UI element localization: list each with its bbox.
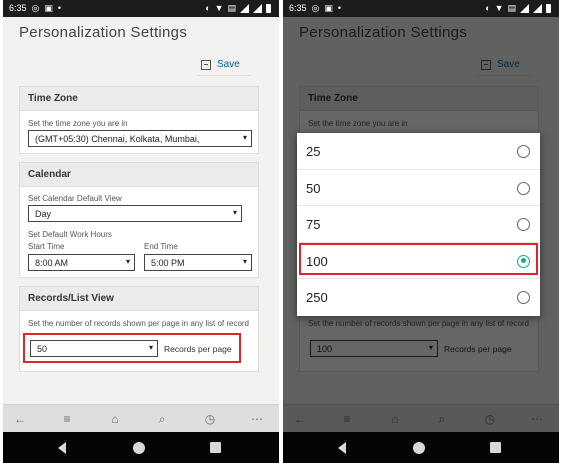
signal-icon — [520, 3, 529, 13]
volte-icon: ▤ — [507, 3, 516, 13]
radio-icon — [517, 218, 530, 232]
chevron-down-icon: ▾ — [232, 208, 237, 217]
picker-option-label: 25 — [306, 144, 321, 159]
picker-option-250[interactable]: 250 — [297, 279, 540, 316]
save-label: Save — [217, 59, 240, 70]
status-bar: 6:35 ◎ ▣ • ◐ ▼ ▤ — [283, 0, 559, 17]
records-label: Set the number of records shown per page… — [28, 319, 250, 328]
highlight-box — [23, 333, 241, 363]
system-nav-bar — [283, 432, 559, 463]
bottom-nav: ← ≡ ⌂ ⌕ ◷ ⋯ — [3, 404, 279, 432]
chevron-down-icon: ▾ — [242, 133, 247, 142]
picker-option-label: 50 — [306, 180, 321, 196]
whatsapp-icon: ◎ — [311, 3, 320, 13]
menu-icon[interactable]: ≡ — [58, 411, 76, 427]
picker-option-label: 75 — [306, 217, 321, 233]
time-zone-section: Time Zone Set the time zone you are in (… — [19, 86, 259, 154]
default-view-label: Set Calendar Default View — [28, 194, 122, 203]
more-icon[interactable]: ⋯ — [248, 411, 266, 427]
vibrate-icon: ◐ — [205, 3, 211, 13]
start-time-label: Start Time — [28, 242, 65, 251]
status-bar: 6:35 ◎ ▣ • ◐ ▼ ▤ — [3, 0, 279, 17]
back-arrow-icon[interactable]: ← — [11, 411, 29, 427]
start-time-value: 8:00 AM — [35, 258, 69, 268]
home-icon[interactable]: ⌂ — [106, 411, 124, 427]
system-home-icon[interactable] — [133, 442, 145, 454]
save-icon — [201, 59, 211, 70]
end-time-select[interactable]: 5:00 PM ▾ — [144, 254, 252, 271]
picker-option-25[interactable]: 25 — [297, 133, 540, 170]
image-icon: ▣ — [324, 3, 333, 13]
end-time-value: 5:00 PM — [151, 258, 185, 268]
status-time: 6:35 — [9, 3, 27, 13]
dot-icon: • — [57, 3, 62, 13]
signal-2-icon — [253, 3, 262, 13]
system-recents-icon[interactable] — [490, 442, 501, 453]
records-heading: Records/List View — [20, 287, 258, 311]
activity-icon[interactable]: ◷ — [201, 411, 219, 427]
battery-icon — [266, 3, 271, 13]
wifi-icon: ▼ — [214, 3, 224, 13]
default-view-select[interactable]: Day ▾ — [28, 205, 242, 222]
picker-option-50[interactable]: 50 — [297, 170, 540, 207]
time-zone-select[interactable]: (GMT+05:30) Chennai, Kolkata, Mumbai, ▾ — [28, 130, 252, 147]
time-zone-value: (GMT+05:30) Chennai, Kolkata, Mumbai, — [35, 134, 200, 144]
save-button[interactable]: Save — [197, 54, 251, 76]
system-home-icon[interactable] — [413, 442, 425, 454]
system-recents-icon[interactable] — [210, 442, 221, 453]
picker-option-75[interactable]: 75 — [297, 206, 540, 243]
time-zone-heading: Time Zone — [20, 87, 258, 111]
calendar-section: Calendar Set Calendar Default View Day ▾… — [19, 162, 259, 278]
image-icon: ▣ — [44, 3, 53, 13]
vibrate-icon: ◐ — [485, 3, 491, 13]
time-zone-label: Set the time zone you are in — [28, 119, 128, 128]
default-view-value: Day — [35, 209, 52, 219]
dot-icon: • — [337, 3, 342, 13]
signal-icon — [240, 3, 249, 13]
records-picker-dialog: 25 50 75 100 250 — [297, 133, 540, 316]
signal-2-icon — [533, 3, 542, 13]
system-nav-bar — [3, 432, 279, 463]
radio-icon — [517, 181, 530, 195]
radio-icon — [517, 145, 530, 158]
wifi-icon: ▼ — [494, 3, 504, 13]
whatsapp-icon: ◎ — [31, 3, 40, 13]
volte-icon: ▤ — [227, 3, 236, 13]
chevron-down-icon: ▾ — [242, 257, 247, 266]
end-time-label: End Time — [144, 242, 178, 251]
battery-icon — [546, 3, 551, 13]
system-back-icon[interactable] — [338, 442, 346, 454]
start-time-select[interactable]: 8:00 AM ▾ — [28, 254, 135, 271]
search-icon[interactable]: ⌕ — [153, 411, 171, 427]
page-title: Personalization Settings — [19, 24, 188, 41]
status-time: 6:35 — [289, 3, 307, 13]
radio-icon — [517, 291, 530, 305]
work-hours-label: Set Default Work Hours — [28, 230, 112, 239]
calendar-heading: Calendar — [20, 163, 258, 187]
picker-option-label: 250 — [306, 290, 328, 306]
phone-screen-picker: 6:35 ◎ ▣ • ◐ ▼ ▤ Personalization Setting… — [283, 0, 559, 463]
system-back-icon[interactable] — [58, 442, 66, 454]
chevron-down-icon: ▾ — [125, 257, 130, 266]
phone-screen-settings: 6:35 ◎ ▣ • ◐ ▼ ▤ Personalization Setting… — [3, 0, 279, 463]
highlight-box — [299, 243, 538, 275]
